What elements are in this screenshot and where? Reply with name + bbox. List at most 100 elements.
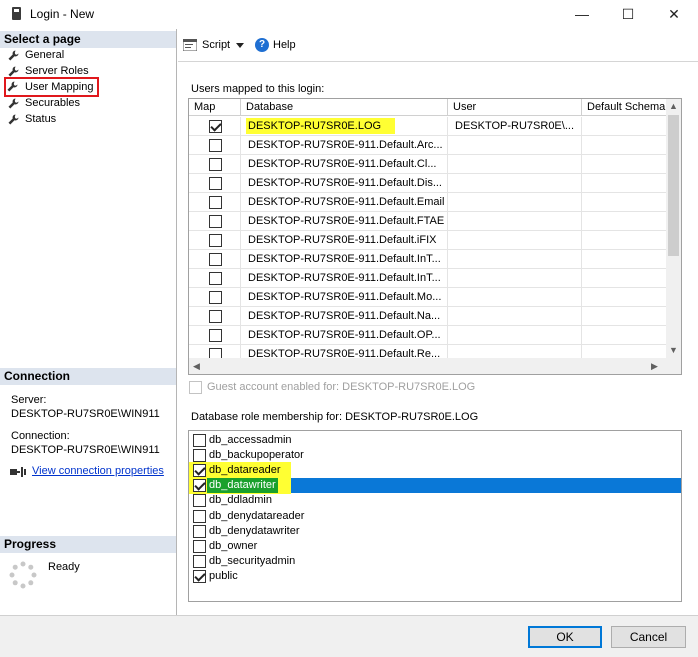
role-item[interactable]: db_securityadmin — [189, 554, 681, 569]
user-cell[interactable] — [448, 193, 582, 212]
page-item[interactable]: Status — [6, 111, 56, 127]
cancel-button[interactable]: Cancel — [611, 626, 686, 648]
role-checkbox[interactable] — [193, 554, 206, 568]
view-connection-properties-link[interactable]: View connection properties — [32, 465, 164, 477]
role-item[interactable]: db_accessadmin — [189, 433, 681, 448]
page-item[interactable]: Securables — [6, 95, 80, 111]
default-schema-cell[interactable] — [582, 307, 667, 326]
map-checkbox[interactable] — [209, 310, 222, 323]
database-cell: DESKTOP-RU7SR0E-911.Default.InT... — [241, 269, 448, 288]
role-checkbox[interactable] — [193, 479, 206, 493]
role-item[interactable]: db_backupoperator — [189, 448, 681, 463]
database-cell: DESKTOP-RU7SR0E.LOG — [241, 117, 448, 136]
users-mapped-grid[interactable]: Map Database User Default Schema DESKTOP… — [188, 98, 682, 375]
table-row[interactable]: DESKTOP-RU7SR0E-911.Default.InT... — [189, 250, 667, 269]
role-checkbox[interactable] — [193, 509, 206, 523]
role-item[interactable]: db_datareader — [189, 462, 681, 480]
role-item[interactable]: db_ddladmin — [189, 493, 681, 508]
table-row[interactable]: DESKTOP-RU7SR0E-911.Default.iFIX — [189, 231, 667, 250]
column-header-user[interactable]: User — [448, 99, 582, 116]
map-checkbox[interactable] — [209, 215, 222, 228]
table-row[interactable]: DESKTOP-RU7SR0E-911.Default.Cl... — [189, 155, 667, 174]
script-dropdown-icon[interactable] — [236, 43, 244, 48]
role-checkbox[interactable] — [193, 569, 206, 583]
minimize-button[interactable]: — — [559, 0, 605, 28]
role-checkbox[interactable] — [193, 524, 206, 538]
default-schema-cell[interactable] — [582, 250, 667, 269]
role-checkbox[interactable] — [193, 449, 206, 463]
default-schema-cell[interactable] — [582, 326, 667, 345]
column-header-map[interactable]: Map — [189, 99, 241, 116]
user-cell[interactable] — [448, 326, 582, 345]
guest-account-checkbox[interactable] — [189, 381, 202, 394]
map-checkbox[interactable] — [209, 234, 222, 247]
map-checkbox[interactable] — [209, 253, 222, 266]
scroll-right-icon[interactable]: ▶ — [651, 361, 658, 372]
table-row[interactable]: DESKTOP-RU7SR0E-911.Default.Email — [189, 193, 667, 212]
default-schema-cell[interactable] — [582, 212, 667, 231]
user-cell[interactable] — [448, 212, 582, 231]
scroll-thumb[interactable] — [668, 115, 679, 256]
map-checkbox[interactable] — [209, 158, 222, 171]
default-schema-cell[interactable] — [582, 269, 667, 288]
help-icon[interactable]: ? — [255, 38, 269, 52]
table-row[interactable]: DESKTOP-RU7SR0E-911.Default.Dis... — [189, 174, 667, 193]
role-item[interactable]: db_datawriter — [189, 477, 681, 495]
maximize-button[interactable]: ☐ — [605, 0, 651, 28]
role-checkbox[interactable] — [193, 434, 206, 447]
page-item[interactable]: General — [6, 47, 64, 63]
default-schema-cell[interactable] — [582, 231, 667, 250]
close-button[interactable]: ✕ — [651, 0, 697, 28]
role-item[interactable]: db_denydatareader — [189, 509, 681, 524]
user-cell[interactable] — [448, 174, 582, 193]
role-membership-list[interactable]: db_accessadmin db_backupoperator db_datare… — [188, 430, 682, 602]
scroll-up-icon[interactable]: ▲ — [669, 101, 678, 111]
wrench-icon — [8, 66, 19, 77]
user-cell[interactable] — [448, 231, 582, 250]
map-checkbox[interactable] — [209, 196, 222, 209]
page-item[interactable]: User Mapping — [4, 77, 100, 97]
user-cell[interactable]: DESKTOP-RU7SR0E\... — [448, 117, 582, 136]
map-checkbox[interactable] — [209, 120, 222, 133]
default-schema-cell[interactable] — [582, 174, 667, 193]
user-cell[interactable] — [448, 269, 582, 288]
table-row[interactable]: DESKTOP-RU7SR0E-911.Default.OP... — [189, 326, 667, 345]
user-cell[interactable] — [448, 250, 582, 269]
role-item[interactable]: db_owner — [189, 539, 681, 554]
map-checkbox[interactable] — [209, 272, 222, 285]
grid-horizontal-scrollbar[interactable]: ◀ ▶ — [189, 358, 681, 374]
user-cell[interactable] — [448, 136, 582, 155]
table-row[interactable]: DESKTOP-RU7SR0E-911.Default.InT... — [189, 269, 667, 288]
ok-button[interactable]: OK — [528, 626, 602, 648]
default-schema-cell[interactable] — [582, 288, 667, 307]
database-name: DESKTOP-RU7SR0E-911.Default.InT... — [248, 272, 441, 284]
user-cell[interactable] — [448, 155, 582, 174]
role-checkbox[interactable] — [193, 464, 206, 478]
table-row[interactable]: DESKTOP-RU7SR0E-911.Default.Arc... — [189, 136, 667, 155]
default-schema-cell[interactable] — [582, 136, 667, 155]
map-checkbox[interactable] — [209, 139, 222, 152]
table-row[interactable]: DESKTOP-RU7SR0E-911.Default.Mo... — [189, 288, 667, 307]
user-cell[interactable] — [448, 288, 582, 307]
role-item[interactable]: public — [189, 569, 681, 584]
user-cell[interactable] — [448, 307, 582, 326]
script-button[interactable]: Script — [202, 39, 230, 51]
role-item[interactable]: db_denydatawriter — [189, 524, 681, 539]
scroll-down-icon[interactable]: ▼ — [669, 345, 678, 355]
map-checkbox[interactable] — [209, 329, 222, 342]
default-schema-cell[interactable] — [582, 155, 667, 174]
column-header-default-schema[interactable]: Default Schema — [582, 99, 667, 116]
scroll-left-icon[interactable]: ◀ — [193, 361, 200, 372]
table-row[interactable]: DESKTOP-RU7SR0E.LOG DESKTOP-RU7SR0E\... — [189, 117, 667, 136]
default-schema-cell[interactable] — [582, 117, 667, 136]
table-row[interactable]: DESKTOP-RU7SR0E-911.Default.Na... — [189, 307, 667, 326]
map-checkbox[interactable] — [209, 291, 222, 304]
map-checkbox[interactable] — [209, 177, 222, 190]
role-checkbox[interactable] — [193, 494, 206, 508]
role-checkbox[interactable] — [193, 539, 206, 553]
help-button[interactable]: Help — [273, 39, 296, 51]
default-schema-cell[interactable] — [582, 193, 667, 212]
table-row[interactable]: DESKTOP-RU7SR0E-911.Default.FTAE — [189, 212, 667, 231]
grid-vertical-scrollbar[interactable]: ▲ ▼ — [666, 99, 681, 359]
column-header-database[interactable]: Database — [241, 99, 448, 116]
